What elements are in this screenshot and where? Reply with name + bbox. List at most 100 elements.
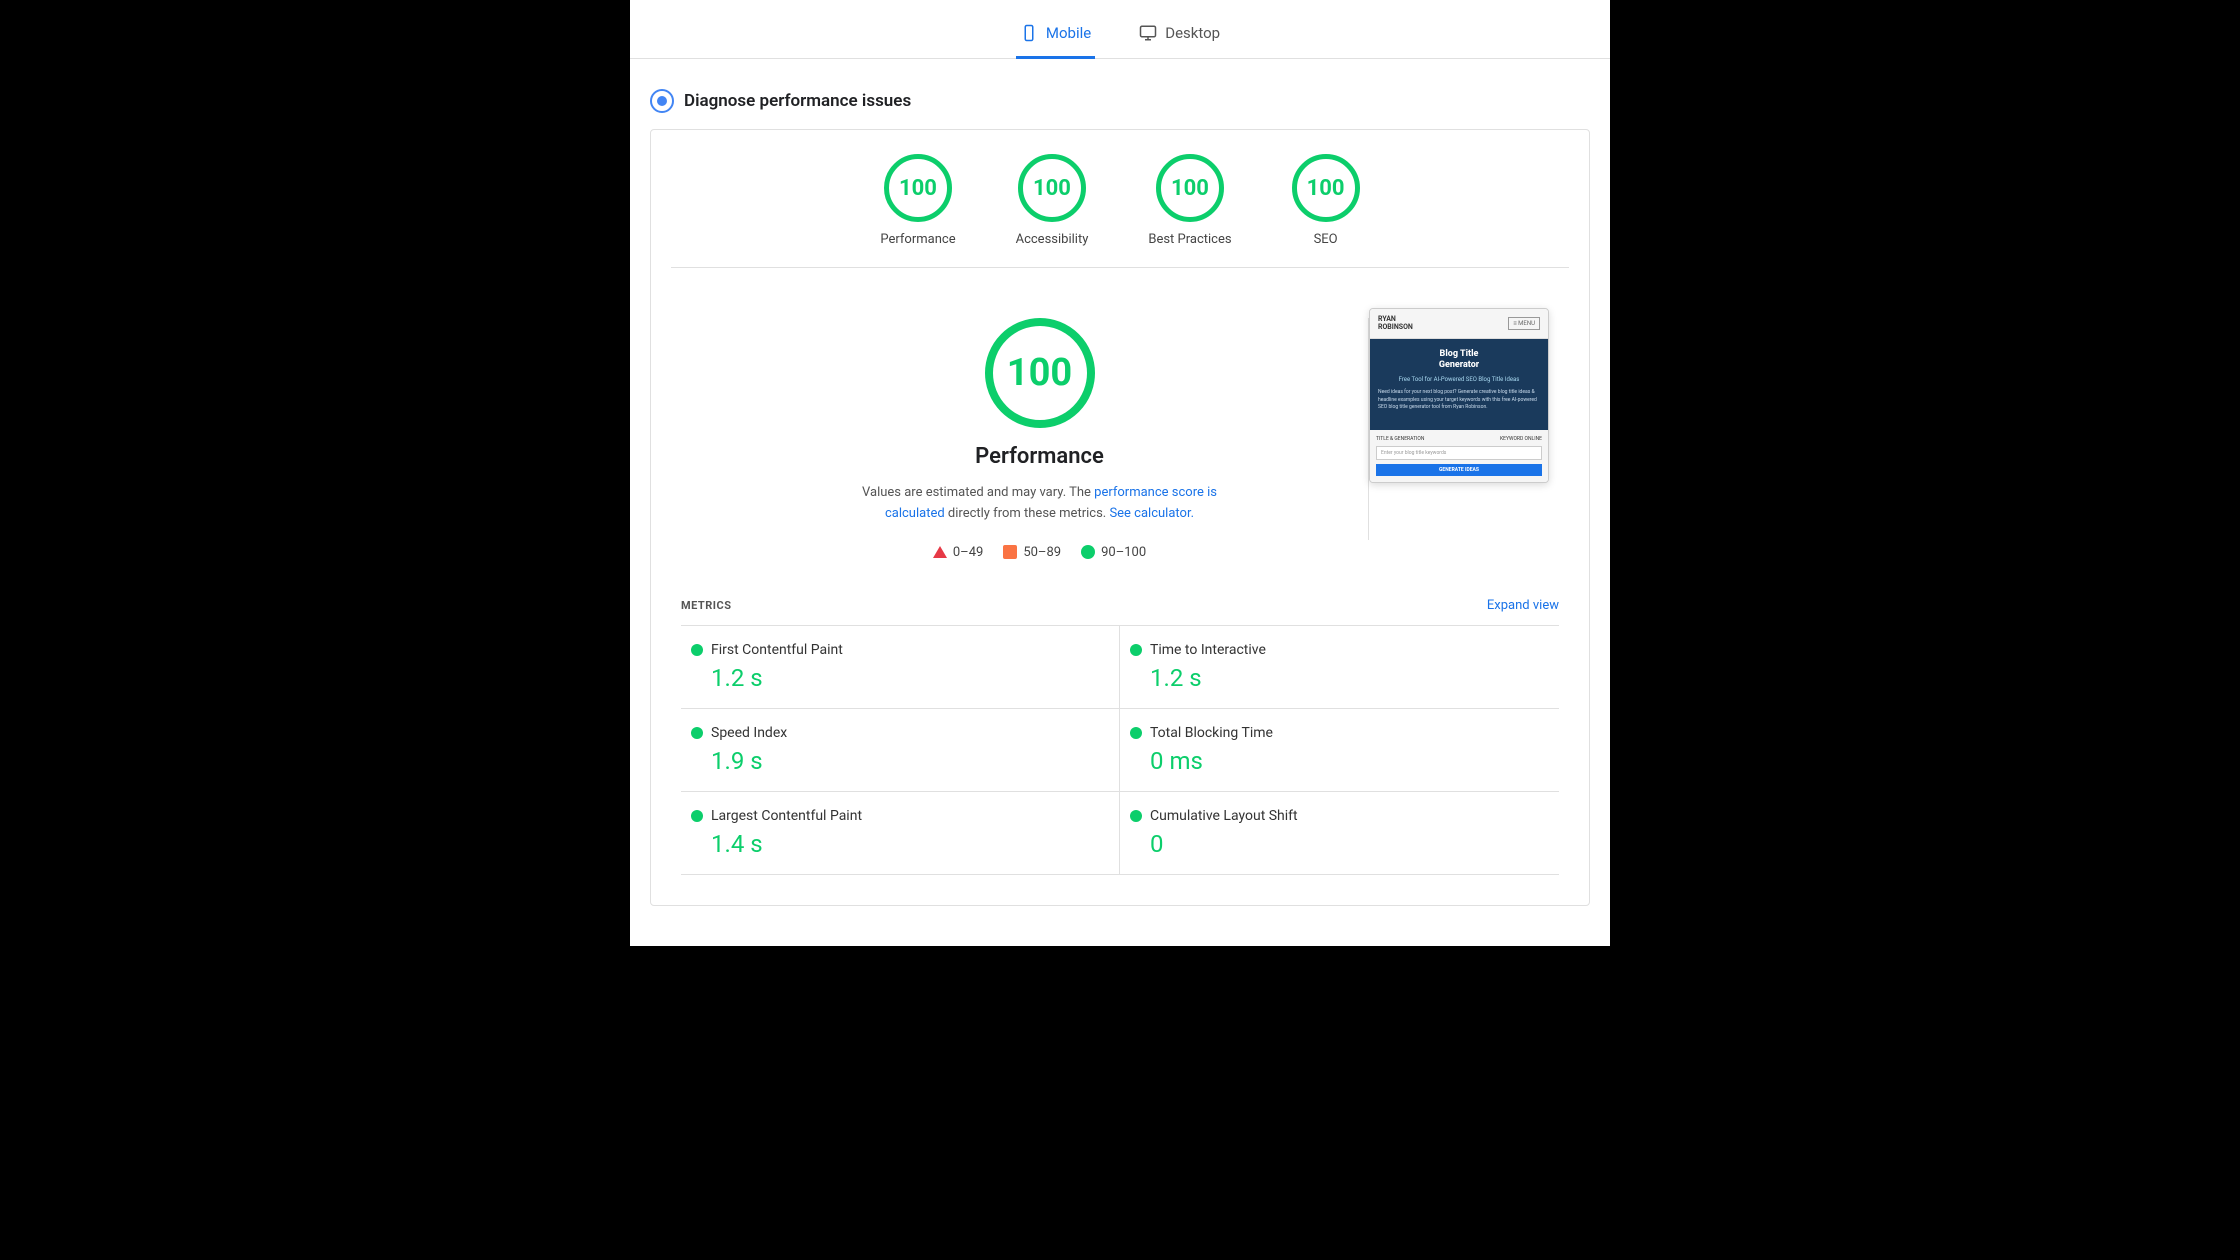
metric-si: Speed Index 1.9 s	[681, 709, 1120, 792]
diagnose-icon-inner	[657, 96, 667, 106]
score-circle-best-practices: 100	[1156, 154, 1224, 222]
legend-range-red: 0–49	[953, 545, 983, 560]
metric-cls-name-row: Cumulative Layout Shift	[1130, 808, 1549, 824]
metric-tbt: Total Blocking Time 0 ms	[1120, 709, 1559, 792]
legend-range-orange: 50–89	[1023, 545, 1061, 560]
metric-fcp-name: First Contentful Paint	[711, 642, 843, 658]
screenshot-title: Blog Title Generator	[1378, 349, 1540, 372]
orange-square-icon	[1003, 545, 1017, 559]
metric-cls: Cumulative Layout Shift 0	[1120, 792, 1559, 875]
mobile-icon	[1020, 24, 1038, 42]
score-circle-accessibility: 100	[1018, 154, 1086, 222]
metric-si-value: 1.9 s	[691, 747, 1109, 775]
tab-mobile[interactable]: Mobile	[1016, 16, 1095, 59]
screenshot-area: RYAN ROBINSON ≡ MENU Blog Title Generato…	[1369, 298, 1569, 483]
desktop-icon	[1139, 24, 1157, 42]
metric-fcp-dot	[691, 644, 703, 656]
screenshot-body-text: Need ideas for your next blog post? Gene…	[1378, 389, 1540, 412]
metric-fcp-value: 1.2 s	[691, 664, 1109, 692]
metric-lcp-dot	[691, 810, 703, 822]
metrics-title: METRICS	[681, 599, 731, 612]
score-value-performance: 100	[899, 176, 937, 201]
green-dot-icon	[1081, 545, 1095, 559]
metric-lcp-name-row: Largest Contentful Paint	[691, 808, 1109, 824]
screenshot-body: Blog Title Generator Free Tool for AI-Po…	[1370, 339, 1548, 430]
screenshot-mock: RYAN ROBINSON ≡ MENU Blog Title Generato…	[1369, 308, 1549, 483]
diagnose-row: Diagnose performance issues	[630, 79, 1610, 129]
main-score-value: 100	[1007, 351, 1072, 395]
main-score-desc: Values are estimated and may vary. The p…	[850, 483, 1230, 525]
score-item-performance: 100 Performance	[880, 154, 955, 247]
score-label-best-practices: Best Practices	[1148, 232, 1231, 247]
score-item-seo: 100 SEO	[1292, 154, 1360, 247]
score-circles-row: 100 Performance 100 Accessibility 100 Be…	[671, 154, 1569, 268]
metric-cls-value: 0	[1130, 830, 1549, 858]
metric-cls-name: Cumulative Layout Shift	[1150, 808, 1298, 824]
metric-tti-name: Time to Interactive	[1150, 642, 1266, 658]
metric-lcp-name: Largest Contentful Paint	[711, 808, 862, 824]
diagnose-title: Diagnose performance issues	[684, 91, 911, 111]
score-value-best-practices: 100	[1171, 176, 1209, 201]
mobile-tab-label: Mobile	[1046, 24, 1091, 42]
metric-fcp-name-row: First Contentful Paint	[691, 642, 1109, 658]
metrics-header: METRICS Expand view	[681, 590, 1559, 625]
metric-si-name: Speed Index	[711, 725, 787, 741]
main-container: Mobile Desktop Diagnose performance issu…	[630, 0, 1610, 946]
screenshot-header: RYAN ROBINSON ≡ MENU	[1370, 309, 1548, 339]
metric-si-name-row: Speed Index	[691, 725, 1109, 741]
screenshot-subtitle: Free Tool for AI-Powered SEO Blog Title …	[1378, 376, 1540, 383]
metric-cls-dot	[1130, 810, 1142, 822]
metric-tti-dot	[1130, 644, 1142, 656]
screenshot-logo: RYAN ROBINSON	[1378, 315, 1413, 332]
logo-line2: ROBINSON	[1378, 323, 1413, 331]
score-circle-performance: 100	[884, 154, 952, 222]
diagnose-icon	[650, 89, 674, 113]
score-value-accessibility: 100	[1033, 176, 1071, 201]
screenshot-menu: ≡ MENU	[1508, 317, 1540, 330]
legend-red: 0–49	[933, 545, 983, 560]
main-score-section: 100 Performance Values are estimated and…	[671, 288, 1569, 580]
main-score-title: Performance	[975, 444, 1104, 469]
screenshot-form-area: TITLE & GENERATION KEYWORD ONLINE Enter …	[1370, 430, 1548, 482]
metric-lcp: Largest Contentful Paint 1.4 s	[681, 792, 1120, 875]
metric-lcp-value: 1.4 s	[691, 830, 1109, 858]
metric-fcp: First Contentful Paint 1.2 s	[681, 626, 1120, 709]
screenshot-generate-btn: GENERATE IDEAS	[1376, 464, 1542, 476]
tab-desktop[interactable]: Desktop	[1135, 16, 1224, 59]
metric-tti: Time to Interactive 1.2 s	[1120, 626, 1559, 709]
legend-range-green: 90–100	[1101, 545, 1146, 560]
expand-view-button[interactable]: Expand view	[1487, 598, 1559, 613]
metric-tbt-name: Total Blocking Time	[1150, 725, 1273, 741]
score-circle-seo: 100	[1292, 154, 1360, 222]
score-label-accessibility: Accessibility	[1016, 232, 1089, 247]
metric-tbt-value: 0 ms	[1130, 747, 1549, 775]
metric-tbt-name-row: Total Blocking Time	[1130, 725, 1549, 741]
score-item-best-practices: 100 Best Practices	[1148, 154, 1231, 247]
main-score-left: 100 Performance Values are estimated and…	[711, 298, 1368, 560]
desktop-tab-label: Desktop	[1165, 24, 1220, 42]
calc-link[interactable]: See calculator.	[1109, 506, 1194, 521]
metrics-grid: First Contentful Paint 1.2 s Time to Int…	[681, 625, 1559, 875]
red-triangle-icon	[933, 546, 947, 558]
title-line2: Generator	[1378, 360, 1540, 372]
form-label1: TITLE & GENERATION	[1376, 436, 1424, 442]
tab-bar: Mobile Desktop	[630, 0, 1610, 59]
score-label-performance: Performance	[880, 232, 955, 247]
legend-orange: 50–89	[1003, 545, 1061, 560]
score-item-accessibility: 100 Accessibility	[1016, 154, 1089, 247]
screenshot-input: Enter your blog title keywords	[1376, 446, 1542, 460]
score-legend: 0–49 50–89 90–100	[933, 545, 1146, 560]
title-line1: Blog Title	[1378, 349, 1540, 361]
metric-tti-value: 1.2 s	[1130, 664, 1549, 692]
screenshot-form-labels: TITLE & GENERATION KEYWORD ONLINE	[1376, 436, 1542, 442]
legend-green: 90–100	[1081, 545, 1146, 560]
metric-si-dot	[691, 727, 703, 739]
score-label-seo: SEO	[1314, 232, 1338, 247]
form-label2: KEYWORD ONLINE	[1500, 436, 1542, 442]
score-panel: 100 Performance 100 Accessibility 100 Be…	[650, 129, 1590, 906]
metric-tbt-dot	[1130, 727, 1142, 739]
metrics-section: METRICS Expand view First Contentful Pai…	[671, 590, 1569, 875]
desc-before: Values are estimated and may vary. The	[862, 485, 1094, 500]
desc-after: directly from these metrics.	[945, 506, 1110, 521]
score-value-seo: 100	[1307, 176, 1345, 201]
